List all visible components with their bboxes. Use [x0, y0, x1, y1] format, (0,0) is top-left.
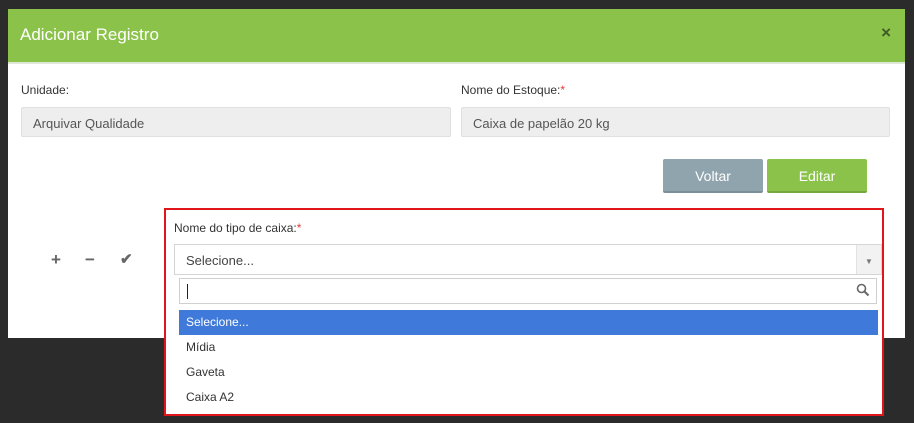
- dropdown-option[interactable]: Selecione...: [179, 310, 878, 335]
- add-row-icon[interactable]: +: [51, 250, 61, 270]
- estoque-field[interactable]: Caixa de papelão 20 kg: [461, 107, 890, 137]
- remove-row-icon[interactable]: −: [85, 250, 95, 270]
- estoque-label: Nome do Estoque:*: [461, 83, 566, 97]
- unidade-value: Arquivar Qualidade: [33, 116, 145, 131]
- modal-header: Adicionar Registro ×: [8, 9, 905, 62]
- voltar-button[interactable]: Voltar: [663, 159, 763, 193]
- header-divider: [8, 62, 905, 64]
- unidade-label: Unidade:: [21, 83, 70, 97]
- close-icon[interactable]: ×: [881, 23, 891, 43]
- tipo-caixa-label: Nome do tipo de caixa:*: [174, 221, 302, 235]
- tipo-caixa-select[interactable]: Selecione... ▼: [174, 244, 882, 275]
- dropdown-option[interactable]: Caixa A2: [179, 385, 878, 410]
- chevron-down-icon[interactable]: ▼: [856, 245, 881, 274]
- backdrop-top: [0, 0, 914, 9]
- select-current-value: Selecione...: [186, 253, 254, 268]
- required-mark: *: [296, 221, 302, 235]
- modal-title: Adicionar Registro: [20, 25, 159, 44]
- confirm-row-icon[interactable]: ✔: [120, 250, 133, 268]
- dropdown-option[interactable]: Gaveta: [179, 360, 878, 385]
- text-caret: [187, 284, 188, 299]
- editar-button[interactable]: Editar: [767, 159, 867, 193]
- required-mark: *: [560, 83, 566, 97]
- search-icon: [856, 283, 870, 297]
- dropdown-options: Selecione... Mídia Gaveta Caixa A2: [179, 310, 878, 410]
- dropdown-search-input[interactable]: [179, 278, 877, 304]
- dropdown-option[interactable]: Mídia: [179, 335, 878, 360]
- estoque-value: Caixa de papelão 20 kg: [473, 116, 610, 131]
- unidade-field[interactable]: Arquivar Qualidade: [21, 107, 451, 137]
